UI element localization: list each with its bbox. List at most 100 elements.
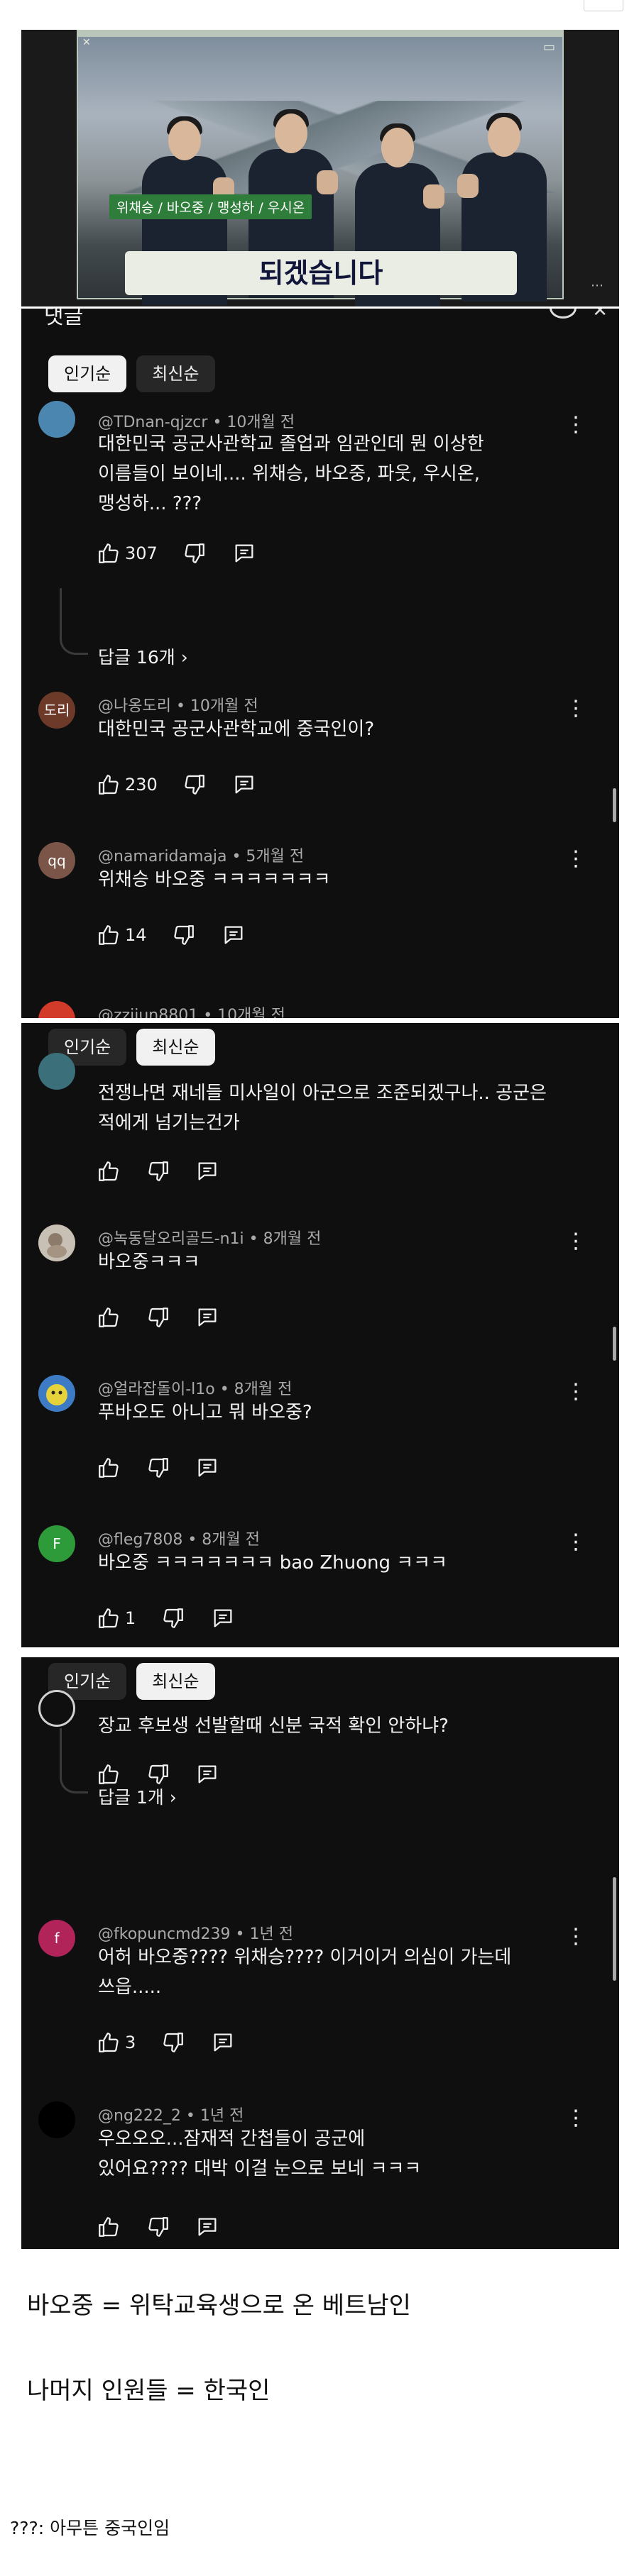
comment-text: 어허 바오중???? 위채승???? 이거이거 의심이 가는데 쓰읍..... xyxy=(98,1942,552,2002)
avatar[interactable]: 도리 xyxy=(38,692,75,729)
like-button[interactable] xyxy=(97,1159,121,1183)
reply-icon xyxy=(198,1765,217,1784)
avatar[interactable] xyxy=(38,1375,75,1412)
dislike-button[interactable] xyxy=(161,2030,185,2055)
avatar[interactable] xyxy=(38,1001,75,1018)
like-button[interactable] xyxy=(97,1456,121,1480)
like-button[interactable] xyxy=(97,2215,121,2239)
dislike-button[interactable] xyxy=(161,1606,185,1630)
avatar[interactable] xyxy=(38,1690,75,1727)
comments-header: 댓글 ✕ xyxy=(21,309,619,329)
dislike-button[interactable] xyxy=(172,923,196,947)
scrollbar[interactable] xyxy=(613,1877,616,1981)
more-options-icon[interactable]: ⋮ xyxy=(565,848,586,870)
sort-newest-chip[interactable]: 최신순 xyxy=(136,355,215,392)
reply-icon xyxy=(235,544,253,563)
thumbs-down-icon xyxy=(148,1308,168,1327)
like-button[interactable] xyxy=(97,1762,121,1786)
avatar[interactable] xyxy=(38,2101,75,2138)
comment-text-line: 전쟁나면 재네들 미사일이 아군으로 조준되겠구나.. 공군은 xyxy=(98,1083,547,1104)
sort-popular-chip[interactable]: 인기순 xyxy=(48,355,127,392)
like-button[interactable]: 230 xyxy=(97,773,158,797)
comment-text-line: 이름들이 보이네.... 위채승, 바오중, 파웃, 우시온, xyxy=(98,463,481,485)
more-options-icon[interactable]: ⋮ xyxy=(565,2108,586,2129)
comment-text: 장교 후보생 선발할때 신분 국적 확인 안하냐? xyxy=(98,1715,449,1737)
reply-button[interactable] xyxy=(222,923,246,947)
comment-author[interactable]: @나옹도리 • 10개월 전 xyxy=(98,693,258,716)
reply-button[interactable] xyxy=(232,541,256,565)
reply-button[interactable] xyxy=(211,1606,235,1630)
comment-text: 푸바오도 아니고 뭐 바오중? xyxy=(98,1402,312,1423)
more-options-icon[interactable]: ⋮ xyxy=(565,698,586,719)
reply-button[interactable] xyxy=(195,1159,219,1183)
comment-author[interactable]: @fleg7808 • 8개월 전 xyxy=(98,1527,260,1549)
more-options-icon[interactable]: ⋮ xyxy=(565,414,586,436)
dislike-button[interactable] xyxy=(146,1456,170,1480)
reply-button[interactable] xyxy=(195,1456,219,1480)
more-options-icon[interactable]: ⋮ xyxy=(565,1926,586,1947)
avatar[interactable]: F xyxy=(38,1525,75,1562)
like-count: 230 xyxy=(125,775,158,795)
comment-text: 위채승 바오중 ㅋㅋㅋㅋㅋㅋㅋ xyxy=(98,869,331,890)
caption-text: 나머지 인원들 = 한국인 xyxy=(27,2377,271,2405)
like-button[interactable]: 14 xyxy=(97,923,147,947)
settings-icon[interactable] xyxy=(550,309,577,319)
duck-avatar-icon xyxy=(38,1225,75,1261)
caption-text: ???: 아무튼 중국인임 xyxy=(10,2518,170,2538)
avatar[interactable] xyxy=(38,1225,75,1261)
dislike-button[interactable] xyxy=(146,1305,170,1330)
comment-actions: 307 xyxy=(97,541,276,570)
scrollbar[interactable] xyxy=(613,788,616,822)
thumbs-up-icon xyxy=(99,925,119,945)
sort-newest-chip[interactable]: 최신순 xyxy=(136,1029,215,1066)
comment-author[interactable]: @zzjiun8801 • 10개월 전 xyxy=(98,1002,285,1018)
reply-button[interactable] xyxy=(195,2215,219,2239)
comment-author[interactable]: @얼라잡돌이-l1o • 8개월 전 xyxy=(98,1376,292,1399)
video-player[interactable]: 위채승 / 바오중 / 맹성하 / 우시온 되겠습니다 ✕ ▭ ⋯ xyxy=(21,30,619,306)
thumbs-up-icon xyxy=(99,1764,119,1784)
thumbs-down-icon xyxy=(185,543,205,563)
scrollbar[interactable] xyxy=(613,1327,616,1361)
reply-button[interactable] xyxy=(195,1305,219,1330)
video-menu-icon[interactable]: ⋯ xyxy=(591,278,604,293)
avatar[interactable]: f xyxy=(38,1920,75,1957)
dislike-button[interactable] xyxy=(146,1762,170,1786)
video-close-icon[interactable]: ✕ xyxy=(82,37,91,48)
view-replies-link[interactable]: 답글 16개 › xyxy=(98,643,188,669)
more-options-icon[interactable]: ⋮ xyxy=(565,1532,586,1553)
thumbs-down-icon xyxy=(185,775,205,795)
sort-newest-chip[interactable]: 최신순 xyxy=(136,1663,215,1700)
like-button[interactable]: 307 xyxy=(97,541,158,565)
avatar[interactable]: qq xyxy=(38,842,75,879)
comment-actions xyxy=(97,1305,239,1334)
more-options-icon[interactable]: ⋮ xyxy=(565,1381,586,1403)
comment-author[interactable]: @ng222_2 • 1년 전 xyxy=(98,2103,244,2126)
reply-button[interactable] xyxy=(232,773,256,797)
video-window-icon[interactable]: ▭ xyxy=(543,40,555,55)
dislike-button[interactable] xyxy=(146,1159,170,1183)
caption-text: 바오중 = 위탁교육생으로 온 베트남인 xyxy=(27,2292,411,2320)
top-button[interactable] xyxy=(584,0,623,11)
dislike-button[interactable] xyxy=(182,773,207,797)
reply-button[interactable] xyxy=(211,2030,235,2055)
comments-title: 댓글 xyxy=(44,309,84,329)
avatar[interactable] xyxy=(38,1053,75,1090)
like-button[interactable]: 1 xyxy=(97,1606,136,1630)
like-count: 3 xyxy=(125,2033,136,2052)
thumbs-down-icon xyxy=(148,1764,168,1784)
dislike-button[interactable] xyxy=(146,2215,170,2239)
comment-author[interactable]: @녹동달오리골드-n1i • 8개월 전 xyxy=(98,1226,321,1249)
view-replies-link[interactable]: 답글 1개 › xyxy=(98,1784,177,1809)
avatar[interactable] xyxy=(38,401,75,438)
comment-author[interactable]: @fkopuncmd239 • 1년 전 xyxy=(98,1921,293,1944)
more-options-icon[interactable]: ⋮ xyxy=(565,1231,586,1252)
like-button[interactable]: 3 xyxy=(97,2030,136,2055)
comment-author[interactable]: @namaridamaja • 5개월 전 xyxy=(98,844,304,866)
comment-text-line: 어허 바오중???? 위채승???? 이거이거 의심이 가는데 xyxy=(98,1947,512,1968)
like-button[interactable] xyxy=(97,1305,121,1330)
reply-button[interactable] xyxy=(195,1762,219,1786)
dislike-button[interactable] xyxy=(182,541,207,565)
comment-actions xyxy=(97,2215,239,2243)
close-icon[interactable]: ✕ xyxy=(592,309,608,321)
thumbs-up-icon xyxy=(99,2217,119,2237)
